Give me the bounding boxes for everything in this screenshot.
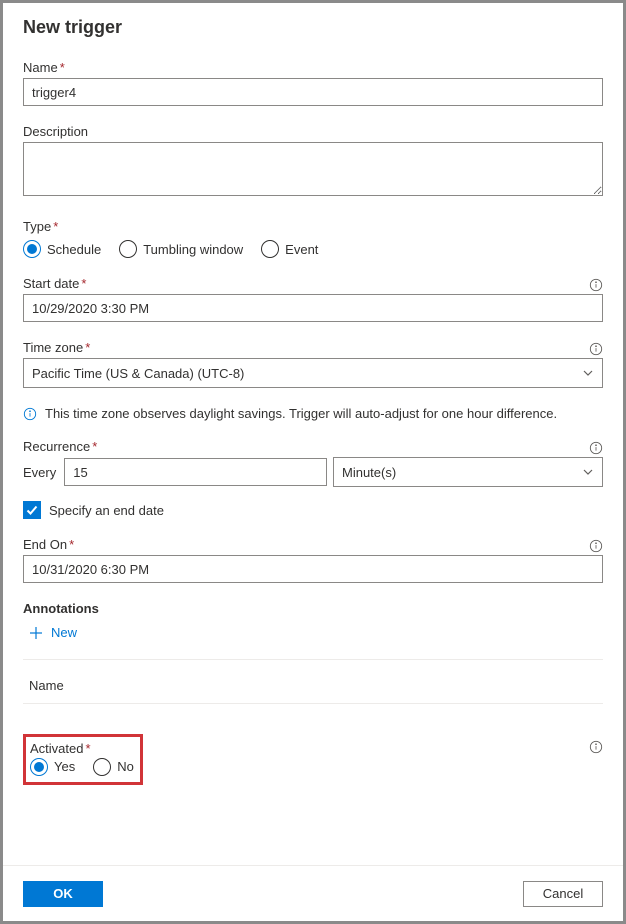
type-radio-tumbling-label: Tumbling window: [143, 242, 243, 257]
info-icon[interactable]: [589, 740, 603, 754]
description-label: Description: [23, 124, 88, 139]
cancel-button[interactable]: Cancel: [523, 881, 603, 907]
description-field: Description: [23, 124, 603, 201]
name-input[interactable]: [23, 78, 603, 106]
start-date-label: Start date: [23, 276, 79, 291]
recurrence-unit-value: Minute(s): [342, 465, 396, 480]
type-radio-schedule[interactable]: Schedule: [23, 240, 101, 258]
recurrence-label: Recurrence: [23, 439, 90, 454]
name-field: Name *: [23, 60, 603, 106]
required-marker: *: [92, 439, 97, 454]
type-radio-event[interactable]: Event: [261, 240, 318, 258]
time-zone-field: Time zone * Pacific Time (US & Canada) (…: [23, 340, 603, 388]
required-marker: *: [85, 741, 90, 756]
info-icon: [23, 407, 37, 421]
annotations-new-button[interactable]: New: [29, 625, 77, 640]
info-icon[interactable]: [589, 342, 603, 356]
info-icon[interactable]: [589, 278, 603, 292]
type-radio-schedule-label: Schedule: [47, 242, 101, 257]
dst-note: This time zone observes daylight savings…: [23, 406, 603, 421]
specify-end-date-checkbox[interactable]: Specify an end date: [23, 501, 603, 519]
annotations-new-label: New: [51, 625, 77, 640]
chevron-down-icon: [582, 466, 594, 478]
ok-button[interactable]: OK: [23, 881, 103, 907]
panel-title: New trigger: [23, 17, 603, 38]
time-zone-label: Time zone: [23, 340, 83, 355]
end-on-input[interactable]: [23, 555, 603, 583]
required-marker: *: [85, 340, 90, 355]
every-label: Every: [23, 465, 56, 480]
required-marker: *: [53, 219, 58, 234]
recurrence-field: Recurrence * Every Minute(s) Specify an …: [23, 439, 603, 519]
required-marker: *: [81, 276, 86, 291]
time-zone-value: Pacific Time (US & Canada) (UTC-8): [32, 366, 244, 381]
annotations-column-name: Name: [29, 678, 603, 693]
type-radio-tumbling[interactable]: Tumbling window: [119, 240, 243, 258]
activated-radio-no-label: No: [117, 759, 134, 774]
specify-end-date-label: Specify an end date: [49, 503, 164, 518]
required-marker: *: [60, 60, 65, 75]
activated-radio-no[interactable]: No: [93, 758, 134, 776]
type-radio-event-label: Event: [285, 242, 318, 257]
plus-icon: [29, 626, 43, 640]
type-label: Type: [23, 219, 51, 234]
activated-radio-yes[interactable]: Yes: [30, 758, 75, 776]
recurrence-value-input[interactable]: [64, 458, 327, 486]
end-on-label: End On: [23, 537, 67, 552]
annotations-label: Annotations: [23, 601, 99, 616]
start-date-field: Start date *: [23, 276, 603, 322]
description-input[interactable]: [23, 142, 603, 196]
time-zone-select[interactable]: Pacific Time (US & Canada) (UTC-8): [23, 358, 603, 388]
annotations-field: Annotations New Name: [23, 601, 603, 704]
activated-label: Activated: [30, 741, 83, 756]
chevron-down-icon: [582, 367, 594, 379]
info-icon[interactable]: [589, 539, 603, 553]
checkbox-checked-icon: [23, 501, 41, 519]
recurrence-unit-select[interactable]: Minute(s): [333, 457, 603, 487]
required-marker: *: [69, 537, 74, 552]
info-icon[interactable]: [589, 441, 603, 455]
end-on-field: End On *: [23, 537, 603, 583]
activated-radio-yes-label: Yes: [54, 759, 75, 774]
name-label: Name: [23, 60, 58, 75]
footer: OK Cancel: [3, 865, 623, 921]
dst-note-text: This time zone observes daylight savings…: [45, 406, 557, 421]
type-field: Type * Schedule Tumbling window Event: [23, 219, 603, 258]
activated-highlight: Activated * Yes No: [23, 734, 143, 785]
start-date-input[interactable]: [23, 294, 603, 322]
